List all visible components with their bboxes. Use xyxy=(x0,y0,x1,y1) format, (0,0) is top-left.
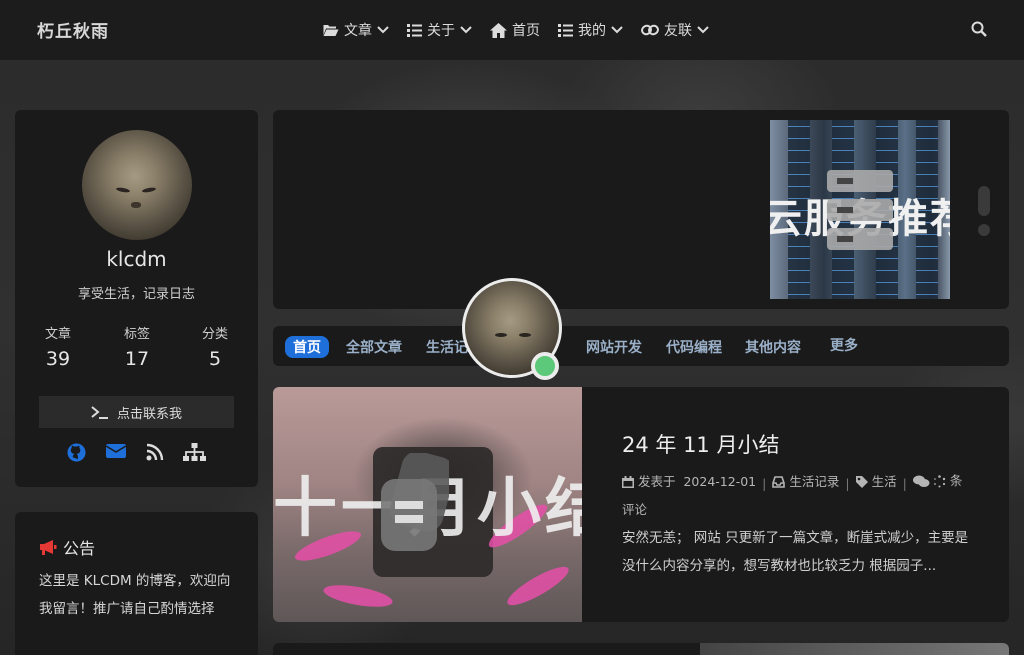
menu-label: 关于 xyxy=(427,23,455,39)
slider-pagination[interactable] xyxy=(978,186,990,236)
meta-published: 发表于 2024-12-01 xyxy=(622,469,756,495)
meta-category[interactable]: 生活记录 xyxy=(772,469,839,495)
link-icon xyxy=(641,24,659,36)
comments-icon xyxy=(912,475,930,487)
site-brand[interactable]: 朽丘秋雨 xyxy=(37,17,109,42)
terminal-icon xyxy=(91,406,108,419)
image-placeholder-icon xyxy=(381,453,449,551)
contact-label: 点击联系我 xyxy=(116,406,182,422)
tab-web-dev[interactable]: 网站开发 xyxy=(586,337,642,357)
menu-label: 首页 xyxy=(512,23,540,39)
menu-item-mine[interactable]: 我的 xyxy=(558,20,623,40)
chevron-down-icon xyxy=(697,26,709,34)
spinner-icon xyxy=(933,474,946,487)
tab-all-articles[interactable]: 全部文章 xyxy=(346,337,402,357)
bullhorn-icon xyxy=(40,540,57,555)
github-icon xyxy=(67,443,86,462)
post-title[interactable]: 24 年 11 月小结 xyxy=(622,429,779,459)
search-button[interactable] xyxy=(971,21,987,41)
post-date: 2024-12-01 xyxy=(683,473,757,489)
notice-card: 公告 这里是 KLCDM 的博客，欢迎向我留言！推广请自己酌情选择 xyxy=(15,512,258,655)
stat-articles[interactable]: 文章 39 xyxy=(23,323,93,370)
banner-slider: 云服务推荐 xyxy=(273,110,1009,309)
stat-value: 5 xyxy=(208,348,222,370)
stat-value: 17 xyxy=(124,348,150,370)
chevron-down-icon xyxy=(377,26,389,34)
database-icon xyxy=(827,170,893,250)
slider-dot[interactable] xyxy=(978,224,990,236)
sitemap-icon xyxy=(183,443,206,461)
folder-open-icon xyxy=(323,25,339,36)
stat-value: 39 xyxy=(45,348,71,370)
tab-other[interactable]: 其他内容 xyxy=(745,337,801,357)
github-link[interactable] xyxy=(67,443,86,466)
rss-icon xyxy=(146,443,164,461)
menu-item-articles[interactable]: 文章 xyxy=(322,20,389,40)
tab-more[interactable]: 更多 xyxy=(830,335,858,355)
menu-item-friends[interactable]: 友联 xyxy=(641,20,709,40)
chevron-down-icon xyxy=(611,26,623,34)
meta-tag[interactable]: 生活 xyxy=(855,469,897,495)
contact-button[interactable]: 点击联系我 xyxy=(39,396,234,428)
post-excerpt: 安然无恙； 网站 只更新了一篇文章，断崖式减少，主要是没什么内容分享的，想写教材… xyxy=(622,530,969,574)
slider-dot-active[interactable] xyxy=(978,186,990,216)
tab-life[interactable]: 生活记 xyxy=(426,337,468,357)
profile-username: klcdm xyxy=(106,247,167,271)
stat-categories[interactable]: 分类 5 xyxy=(180,323,250,370)
mail-icon xyxy=(105,444,127,458)
stat-tags[interactable]: 标签 17 xyxy=(102,323,172,370)
banner-image[interactable]: 云服务推荐 xyxy=(770,120,950,299)
profile-motto: 享受生活，记录日志 xyxy=(77,287,195,302)
notice-title: 公告 xyxy=(39,535,95,559)
home-icon xyxy=(490,22,507,38)
online-status-indicator xyxy=(531,352,559,380)
sitemap-link[interactable] xyxy=(183,443,206,465)
tag-icon xyxy=(855,475,868,488)
list-icon xyxy=(558,23,573,37)
notice-title-text: 公告 xyxy=(63,539,96,558)
main-menu: 文章 关于 首页 我的 友联 xyxy=(322,0,727,60)
next-post-thumbnail[interactable] xyxy=(700,643,1009,655)
mail-link[interactable] xyxy=(105,443,127,463)
tab-coding[interactable]: 代码编程 xyxy=(666,337,722,357)
post-thumbnail[interactable]: 十一月小结 xyxy=(273,387,582,622)
meta-comments[interactable]: 条 xyxy=(912,468,962,494)
inbox-icon xyxy=(772,475,786,488)
avatar[interactable] xyxy=(82,130,192,240)
stat-label: 文章 xyxy=(44,327,71,342)
top-navbar: 朽丘秋雨 文章 关于 首页 我的 友联 xyxy=(0,0,1024,60)
meta-comments-label: 评论 xyxy=(622,501,648,517)
notice-text: 这里是 KLCDM 的博客，欢迎向我留言！推广请自己酌情选择 xyxy=(39,573,231,617)
stat-label: 标签 xyxy=(123,327,150,342)
menu-label: 文章 xyxy=(344,23,372,39)
category-tabs: 首页 全部文章 生活记 网站开发 代码编程 其他内容 更多 xyxy=(273,326,1009,366)
menu-label: 友联 xyxy=(664,23,692,39)
tab-home[interactable]: 首页 xyxy=(285,336,329,358)
menu-label: 我的 xyxy=(578,23,606,39)
menu-item-home[interactable]: 首页 xyxy=(490,20,540,40)
rss-link[interactable] xyxy=(146,443,164,465)
search-icon xyxy=(971,21,987,37)
calendar-icon xyxy=(622,475,634,488)
post-meta: 发表于 2024-12-01 | 生活记录 | 生活 | 条 评论 xyxy=(622,468,982,523)
menu-item-about[interactable]: 关于 xyxy=(407,20,472,40)
post-card: 十一月小结 24 年 11 月小结 发表于 2024-12-01 | 生活记录 … xyxy=(273,387,1009,622)
profile-card: klcdm 享受生活，记录日志 文章 39 标签 17 分类 5 点击联系我 xyxy=(15,110,258,487)
stat-label: 分类 xyxy=(201,327,228,342)
list-icon xyxy=(407,23,422,37)
chevron-down-icon xyxy=(460,26,472,34)
